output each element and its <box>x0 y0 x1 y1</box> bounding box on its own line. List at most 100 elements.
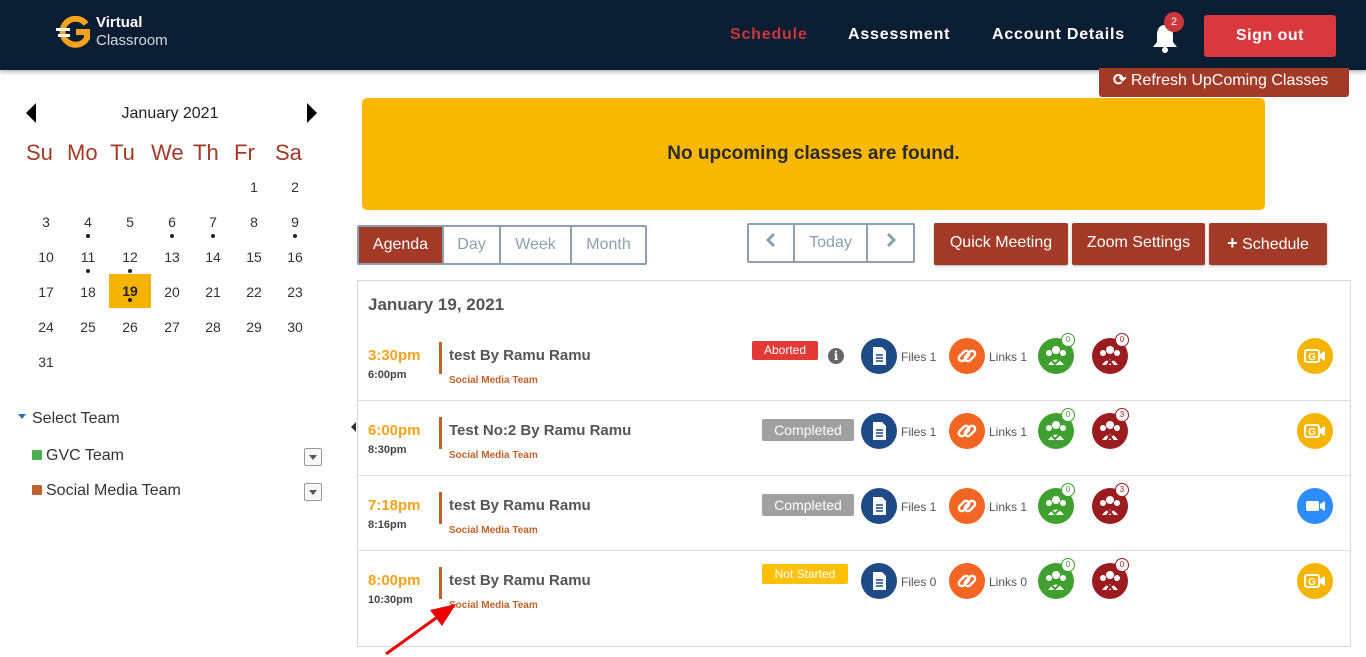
status-badge: Completed <box>762 419 854 441</box>
prev-period-button[interactable] <box>749 225 795 261</box>
zoom-join-icon[interactable] <box>1297 488 1333 524</box>
svg-text:G: G <box>1308 577 1316 588</box>
calendar-day[interactable]: 9 <box>275 211 315 245</box>
calendar-day[interactable]: 30 <box>275 316 315 350</box>
event-end-time: 6:00pm <box>368 369 407 381</box>
notification-badge: 2 <box>1164 12 1184 32</box>
calendar-day-number: 7 <box>209 214 217 230</box>
calendar-day[interactable]: 1 <box>234 176 274 210</box>
top-navbar: Virtual Classroom Schedule Assessment Ac… <box>0 0 1366 70</box>
gvc-join-icon[interactable]: G <box>1297 413 1333 449</box>
calendar-day[interactable]: 16 <box>275 246 315 280</box>
calendar-day[interactable]: 18 <box>68 281 108 315</box>
info-icon[interactable]: i <box>828 348 844 364</box>
zoom-settings-button[interactable]: Zoom Settings <box>1072 223 1205 265</box>
calendar-day[interactable]: 21 <box>193 281 233 315</box>
event-team: Social Media Team <box>449 525 538 536</box>
calendar-day[interactable]: 29 <box>234 316 274 350</box>
agenda-row[interactable]: 8:00pm 10:30pm test By Ramu Ramu Social … <box>358 551 1350 626</box>
calendar-day-number: 16 <box>287 249 303 265</box>
calendar-day[interactable]: 31 <box>26 351 66 385</box>
calendar-day[interactable]: 2 <box>275 176 315 210</box>
team-item-gvc[interactable]: GVC Team <box>32 447 124 465</box>
calendar-day[interactable]: 22 <box>234 281 274 315</box>
calendar-day[interactable]: 8 <box>234 211 274 245</box>
event-title[interactable]: test By Ramu Ramu <box>449 347 591 364</box>
calendar-day[interactable]: 13 <box>152 246 192 280</box>
next-period-button[interactable] <box>868 225 913 261</box>
event-dot <box>86 269 90 273</box>
nav-assessment[interactable]: Assessment <box>848 26 950 44</box>
link-icon[interactable] <box>949 338 985 374</box>
link-icon[interactable] <box>949 563 985 599</box>
calendar-day[interactable]: 10 <box>26 246 66 280</box>
gvc-join-icon[interactable]: G <box>1297 338 1333 374</box>
absent-count: 0 <box>1115 558 1129 572</box>
calendar-day[interactable]: 14 <box>193 246 233 280</box>
agenda-row[interactable]: 6:00pm 8:30pm Test No:2 By Ramu Ramu Soc… <box>358 401 1350 476</box>
event-title[interactable]: Test No:2 By Ramu Ramu <box>449 422 631 439</box>
gvc-join-icon[interactable]: G <box>1297 563 1333 599</box>
event-title[interactable]: test By Ramu Ramu <box>449 572 591 589</box>
calendar-day[interactable]: 20 <box>152 281 192 315</box>
calendar-day[interactable]: 24 <box>26 316 66 350</box>
file-icon[interactable] <box>861 563 897 599</box>
sign-out-button[interactable]: Sign out <box>1204 15 1336 57</box>
no-classes-banner: No upcoming classes are found. <box>362 98 1265 210</box>
svg-text:G: G <box>1308 427 1316 438</box>
calendar-day[interactable]: 27 <box>152 316 192 350</box>
team-color-swatch <box>32 484 42 495</box>
agenda-row[interactable]: 3:30pm 6:00pm test By Ramu Ramu Social M… <box>358 326 1350 401</box>
nav-schedule[interactable]: Schedule <box>730 26 808 44</box>
refresh-upcoming-button[interactable]: ⟳ Refresh UpComing Classes <box>1099 68 1349 97</box>
calendar-day[interactable]: 3 <box>26 211 66 245</box>
logo[interactable]: Virtual Classroom <box>56 14 186 54</box>
agenda-row[interactable]: 7:18pm 8:16pm test By Ramu Ramu Social M… <box>358 476 1350 551</box>
tab-week[interactable]: Week <box>501 227 572 263</box>
calendar-day-number: 12 <box>122 249 138 265</box>
today-button[interactable]: Today <box>795 225 868 261</box>
calendar-day[interactable]: 7 <box>193 211 233 245</box>
calendar-day[interactable]: 4 <box>68 211 108 245</box>
annotation-arrow-icon <box>385 604 456 656</box>
present-count: 0 <box>1061 483 1075 497</box>
calendar-day-number: 9 <box>291 214 299 230</box>
calendar-next-icon[interactable] <box>307 103 317 123</box>
link-icon[interactable] <box>949 413 985 449</box>
collapse-sidebar-icon[interactable] <box>351 422 356 432</box>
nav-account-details[interactable]: Account Details <box>992 26 1125 44</box>
file-icon[interactable] <box>861 488 897 524</box>
event-dot <box>293 234 297 238</box>
calendar-day[interactable]: 28 <box>193 316 233 350</box>
calendar-day[interactable]: 5 <box>110 211 150 245</box>
quick-meeting-button[interactable]: Quick Meeting <box>934 223 1068 265</box>
event-start-time: 6:00pm <box>368 422 421 439</box>
tab-agenda[interactable]: Agenda <box>359 227 444 263</box>
calendar-day[interactable]: 23 <box>275 281 315 315</box>
add-schedule-button[interactable]: + Schedule <box>1209 223 1327 265</box>
links-count: Links 1 <box>989 425 1028 439</box>
calendar-day[interactable]: 25 <box>68 316 108 350</box>
tab-day[interactable]: Day <box>444 227 501 263</box>
file-icon[interactable] <box>861 413 897 449</box>
tab-month[interactable]: Month <box>572 227 645 263</box>
calendar-day-number: 21 <box>205 284 221 300</box>
team-social-media-dropdown[interactable] <box>304 483 322 501</box>
calendar-day[interactable]: 17 <box>26 281 66 315</box>
calendar-day[interactable]: 11 <box>68 246 108 280</box>
calendar-day[interactable]: 19 <box>109 274 151 308</box>
calendar-prev-icon[interactable] <box>26 103 36 123</box>
calendar-day[interactable]: 15 <box>234 246 274 280</box>
calendar-day[interactable]: 26 <box>110 316 150 350</box>
link-icon[interactable] <box>949 488 985 524</box>
calendar-day-number: 14 <box>205 249 221 265</box>
select-team-toggle[interactable]: Select Team <box>18 410 120 428</box>
team-item-social-media[interactable]: Social Media Team <box>32 482 181 500</box>
event-title[interactable]: test By Ramu Ramu <box>449 497 591 514</box>
present-count: 0 <box>1061 558 1075 572</box>
file-icon[interactable] <box>861 338 897 374</box>
event-start-time: 7:18pm <box>368 497 421 514</box>
calendar-day[interactable]: 6 <box>152 211 192 245</box>
team-gvc-dropdown[interactable] <box>304 448 322 466</box>
files-count: Files 0 <box>901 575 937 589</box>
